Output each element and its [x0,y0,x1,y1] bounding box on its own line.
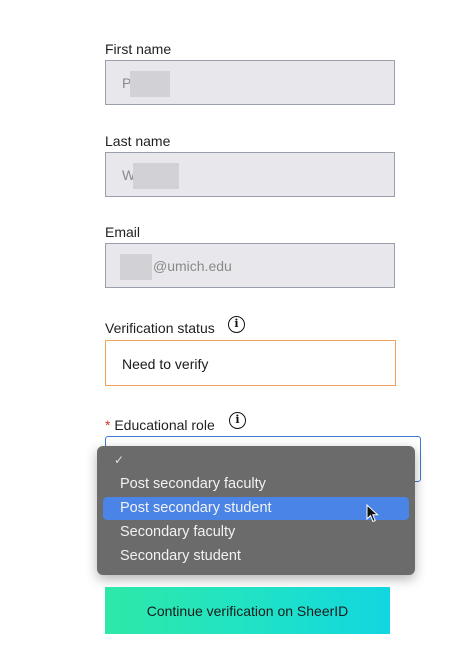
first-name-field[interactable]: P [105,60,395,105]
required-marker: * [105,417,111,433]
info-icon[interactable]: i [228,316,245,333]
continue-verification-button[interactable]: Continue verification on SheerID [105,587,390,634]
info-icon[interactable]: i [229,412,246,429]
first-name-label: First name [105,41,172,57]
verification-status-value: Need to verify [122,356,209,372]
option-label: Secondary student [120,548,241,564]
redaction-box [120,254,152,280]
last-name-label: Last name [105,133,171,149]
checkmark-icon: ✓ [114,453,125,467]
option-label: Secondary faculty [120,524,236,540]
dropdown-option-secondary-student[interactable]: Secondary student [103,545,409,568]
last-name-field[interactable]: W [105,152,395,197]
mouse-cursor-icon [366,504,379,523]
verification-status-label: Verification status [105,320,215,336]
dropdown-option-secondary-faculty[interactable]: Secondary faculty [103,521,409,544]
email-value: @umich.edu [153,258,232,274]
educational-role-label-text: Educational role [114,417,215,433]
dropdown-option-empty[interactable]: ✓ [103,449,409,472]
educational-role-label: * Educational role [105,417,215,433]
option-label: Post secondary student [120,500,272,516]
verification-status-field: Need to verify [105,340,396,386]
option-label: Post secondary faculty [120,476,266,492]
redaction-box [130,71,170,97]
dropdown-option-post-secondary-faculty[interactable]: Post secondary faculty [103,473,409,496]
redaction-box [133,163,179,189]
email-label: Email [105,224,141,240]
dropdown-option-post-secondary-student[interactable]: Post secondary student [103,497,409,520]
email-field[interactable]: @umich.edu [105,243,395,288]
